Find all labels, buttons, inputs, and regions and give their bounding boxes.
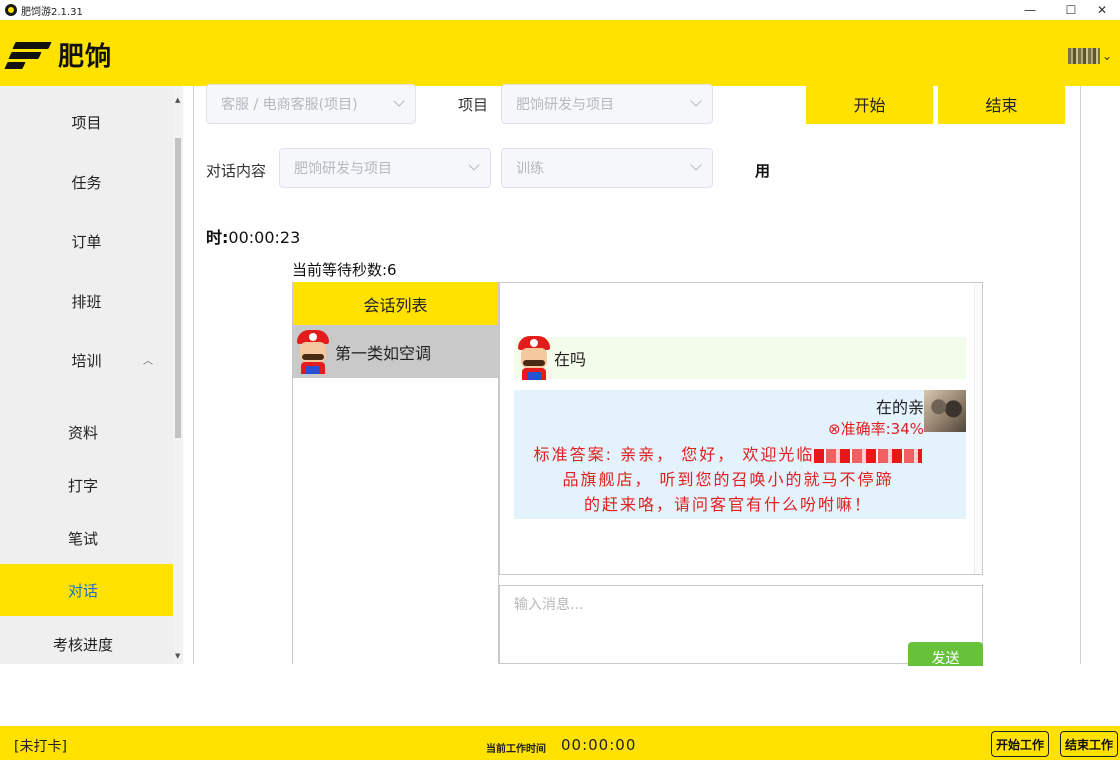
app-header: 肥饷 ⌄ [0, 20, 1120, 86]
logo-text: 肥饷 [58, 42, 113, 72]
project-select[interactable]: 肥饷研发与项目 [501, 84, 713, 124]
reply-text: 在的亲 [875, 398, 924, 417]
incoming-message: 在吗 [514, 334, 966, 382]
incoming-message-text: 在吗 [554, 350, 587, 369]
message-input[interactable] [500, 586, 982, 644]
conversation-list-header: 会话列表 [293, 282, 498, 325]
scrollbar-thumb[interactable] [175, 138, 181, 438]
sidebar: 项目 任务 订单 排班 培训 ︿ 资料 打字 笔试 对话 考核进度 ▲ ▼ [0, 86, 183, 664]
avatar [293, 328, 333, 376]
status-bar: [未打卡] 当前工作时间 00:00:00 开始工作 结束工作 [0, 726, 1120, 760]
scroll-down-icon[interactable]: ▼ [175, 652, 180, 660]
minimize-button[interactable]: — [1012, 0, 1048, 20]
sidebar-item-typing[interactable]: 打字 [0, 459, 173, 511]
category-select[interactable]: 客服 / 电商客服(项目) [206, 84, 416, 124]
sidebar-item-schedule[interactable]: 排班 [0, 275, 173, 327]
sidebar-item-projects[interactable]: 项目 [0, 96, 173, 148]
sidebar-item-training[interactable]: 培训 ︿ [0, 334, 173, 386]
dialog-content-label: 对话内容 [206, 162, 267, 180]
outgoing-message: 在的亲 ⊗准确率:34% 标准答案: 亲亲， 您好， 欢迎光临 品旗舰店， 听到… [514, 390, 966, 519]
work-time-value: 00:00:00 [561, 736, 637, 754]
scroll-up-icon[interactable]: ▲ [175, 96, 180, 104]
sidebar-item-dialogue[interactable]: 对话 [0, 564, 173, 616]
end-work-button[interactable]: 结束工作 [1060, 731, 1118, 757]
avatar [924, 390, 966, 432]
dialog-content-select[interactable]: 肥饷研发与项目 [279, 148, 491, 188]
wait-seconds: 当前等待秒数:6 [292, 261, 397, 279]
send-button[interactable]: 发送 [908, 642, 983, 666]
message-scrollbar[interactable] [974, 283, 982, 574]
conversation-item[interactable]: 第一类如空调 [293, 325, 498, 378]
work-time-label: 当前工作时间 [486, 744, 546, 755]
window-title: 肥饲游2.1.31 [21, 6, 83, 18]
project-label: 项目 [458, 96, 489, 114]
redacted-shop-name [814, 448, 923, 463]
user-menu[interactable]: ⌄ [1067, 48, 1112, 64]
sidebar-item-assessment-progress[interactable]: 考核进度 [0, 618, 173, 664]
session-timer: 时:00:00:23 [206, 228, 301, 247]
message-panel: 在吗 在的亲 ⊗准确率:34% 标准答案: 亲亲， 您好， 欢迎光临 品旗舰店，… [499, 282, 983, 575]
main-divider-right [1080, 86, 1081, 664]
conversation-list: 会话列表 第一类如空调 [292, 282, 499, 664]
start-button[interactable]: 开始 [806, 84, 933, 124]
chevron-up-icon: ︿ [143, 356, 153, 367]
app-logo: 肥饷 [4, 36, 112, 73]
user-avatar [1067, 48, 1100, 64]
sidebar-item-materials[interactable]: 资料 [0, 406, 173, 458]
mode-select[interactable]: 训练 [501, 148, 713, 188]
chevron-down-icon: ⌄ [1101, 49, 1112, 63]
avatar [514, 334, 554, 382]
window-titlebar: 肥饲游2.1.31 [0, 0, 1120, 20]
chevron-down-icon [468, 159, 480, 171]
sidebar-scrollbar[interactable]: ▲ ▼ [173, 86, 183, 664]
logo-mark-icon [4, 38, 52, 72]
end-button[interactable]: 结束 [938, 84, 1065, 124]
sidebar-item-orders[interactable]: 订单 [0, 215, 173, 267]
start-work-button[interactable]: 开始工作 [991, 731, 1049, 757]
punch-status: [未打卡] [14, 739, 67, 755]
usage-text: 用 [755, 162, 771, 180]
app-icon [5, 4, 17, 16]
chevron-down-icon [393, 95, 405, 107]
chevron-down-icon [690, 159, 702, 171]
chevron-down-icon [690, 95, 702, 107]
accuracy-text: ⊗准确率:34% [828, 420, 924, 438]
message-composer: 发送 [499, 585, 983, 666]
standard-answer: 标准答案: 亲亲， 您好， 欢迎光临 品旗舰店， 听到您的召唤小的就马不停蹄 的… [520, 442, 936, 517]
conversation-name: 第一类如空调 [335, 343, 432, 363]
sidebar-item-tasks[interactable]: 任务 [0, 156, 173, 208]
main-divider-left [193, 86, 194, 664]
close-button[interactable]: ✕ [1084, 0, 1120, 20]
sidebar-item-written-test[interactable]: 笔试 [0, 512, 173, 564]
